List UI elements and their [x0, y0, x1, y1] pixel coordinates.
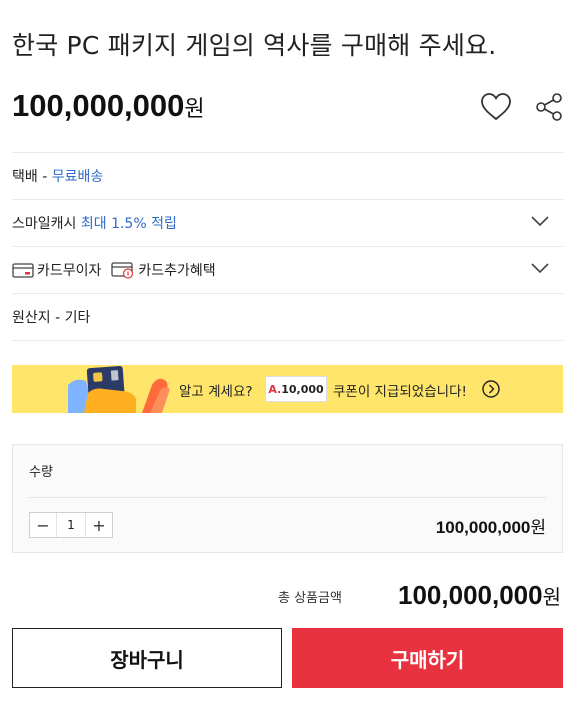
card-benefits-row[interactable]: 카드무이자 카드추가혜택	[12, 247, 563, 293]
card-benefit-icon	[111, 262, 134, 279]
smilecash-value: 최대 1.5% 적립	[80, 216, 177, 232]
card-interest-free[interactable]: 카드무이자	[12, 260, 101, 280]
quantity-minus-button[interactable]: −	[30, 513, 56, 537]
coupon-value: 10,000	[281, 382, 324, 396]
share-icon[interactable]	[534, 92, 564, 122]
product-title: 한국 PC 패키지 게임의 역사를 구매해 주세요.	[12, 31, 497, 60]
add-to-cart-button[interactable]: 장바구니	[12, 628, 282, 688]
divider	[29, 497, 546, 498]
subtotal-amount: 100,000,000	[435, 518, 531, 537]
total-currency: 원	[542, 585, 561, 609]
chevron-down-icon[interactable]	[531, 262, 549, 274]
card-icon	[12, 263, 34, 278]
arrow-right-circle-icon[interactable]	[482, 380, 500, 398]
price-row: 100,000,000원	[12, 88, 572, 132]
price-currency: 원	[184, 97, 205, 122]
heart-icon[interactable]	[480, 92, 512, 122]
shipping-value: 무료배송	[51, 169, 104, 185]
buy-now-button[interactable]: 구매하기	[292, 628, 563, 688]
card-extra-benefit-label: 카드추가혜택	[138, 263, 216, 279]
quantity-input[interactable]: 1	[56, 513, 86, 537]
quantity-stepper[interactable]: − 1 +	[29, 512, 113, 538]
total-row: 총 상품금액 100,000,000원	[12, 580, 563, 614]
quantity-label: 수량	[29, 465, 53, 480]
product-price: 100,000,000	[12, 88, 185, 123]
banner-illustration	[68, 365, 170, 413]
card-extra-benefit[interactable]: 카드추가혜택	[111, 260, 216, 280]
origin-text: 원산지 - 기타	[12, 310, 91, 326]
banner-text-before: 알고 계세요?	[179, 384, 253, 400]
shipping-label: 택배 -	[12, 169, 52, 185]
origin-row: 원산지 - 기타	[12, 294, 563, 340]
quantity-box: 수량 − 1 + 100,000,000원	[12, 444, 563, 553]
chevron-down-icon[interactable]	[531, 215, 549, 227]
banner-text-after: 쿠폰이 지급되었습니다!	[333, 384, 467, 400]
smilecash-label: 스마일캐시	[12, 216, 81, 232]
card-interest-free-label: 카드무이자	[37, 263, 102, 279]
subtotal-currency: 원	[530, 518, 546, 538]
price-actions	[480, 92, 564, 122]
total-price: 100,000,000원	[398, 580, 561, 611]
quantity-subtotal: 100,000,000원	[436, 513, 546, 538]
coupon-banner[interactable]: 알고 계세요? A. 10,000 쿠폰이 지급되었습니다!	[12, 365, 563, 413]
divider	[12, 340, 563, 341]
quantity-plus-button[interactable]: +	[86, 513, 112, 537]
shipping-row: 택배 - 무료배송	[12, 153, 563, 199]
total-amount: 100,000,000	[398, 580, 543, 610]
coupon-prefix: A.	[268, 382, 282, 396]
total-label: 총 상품금액	[278, 591, 342, 606]
coupon-chip: A. 10,000	[265, 376, 327, 402]
smilecash-row[interactable]: 스마일캐시 최대 1.5% 적립	[12, 200, 563, 246]
